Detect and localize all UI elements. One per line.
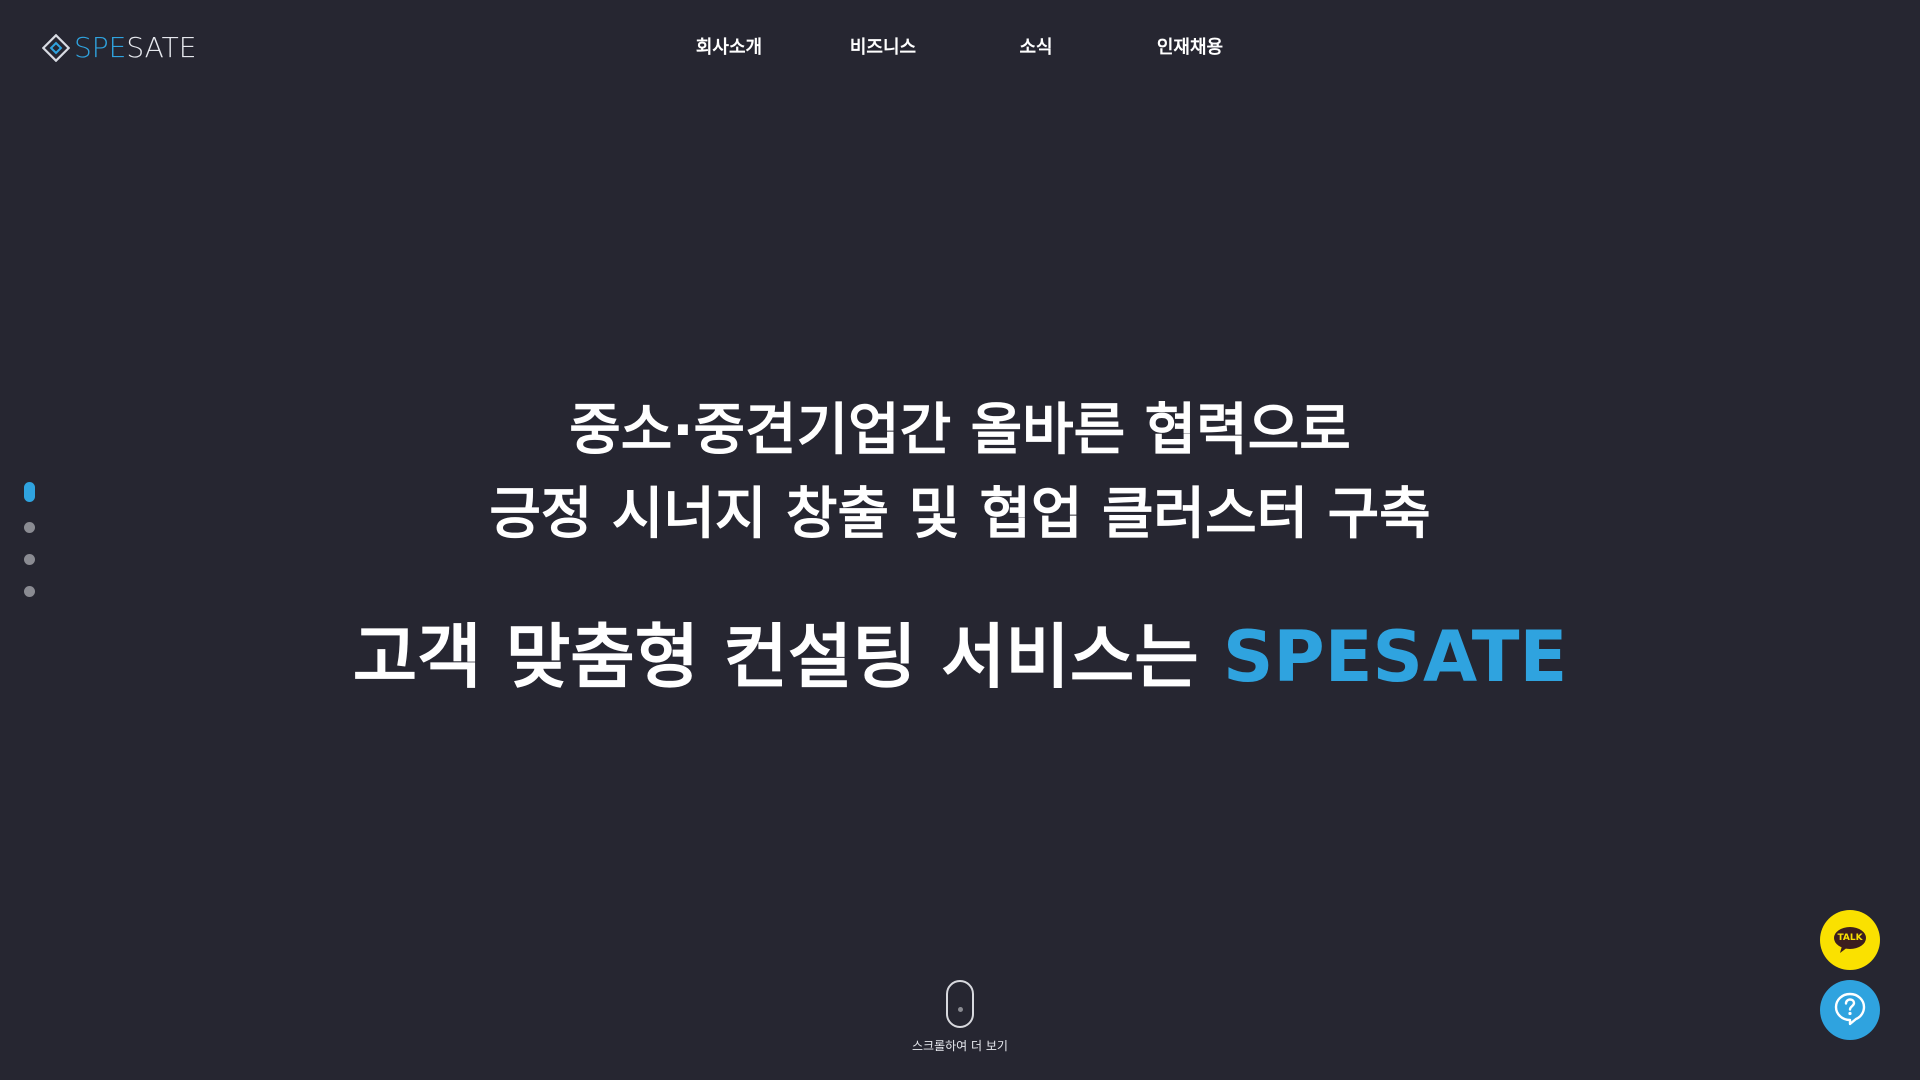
page: SPESATE 회사소개 비즈니스 소식 인재채용 중소·중견기업간 올바른 협… <box>0 0 1920 1080</box>
kakao-talk-label: TALK <box>1837 933 1863 943</box>
help-chat-button[interactable] <box>1820 980 1880 1040</box>
hero-tagline-text: 고객 맞춤형 컨설팅 서비스는 <box>352 616 1223 698</box>
hero-tagline: 고객 맞춤형 컨설팅 서비스는 SPESATE <box>0 614 1920 700</box>
kakao-talk-button[interactable]: TALK <box>1820 910 1880 970</box>
scroll-hint-label: 스크롤하여 더 보기 <box>912 1039 1008 1053</box>
hero-headline-line2: 긍정 시너지 창출 및 협업 클러스터 구축 <box>489 482 1431 547</box>
hero-tagline-brand: SPESATE <box>1223 616 1568 698</box>
nav-item-news[interactable]: 소식 <box>1019 33 1052 59</box>
main-nav: 회사소개 비즈니스 소식 인재채용 <box>0 33 1920 59</box>
section-dot-3[interactable] <box>24 554 35 565</box>
nav-item-business[interactable]: 비즈니스 <box>850 33 916 59</box>
section-dot-4[interactable] <box>24 586 35 597</box>
question-chat-icon <box>1832 990 1868 1030</box>
kakao-talk-icon: TALK <box>1832 926 1868 954</box>
hero-headline-line1: 중소·중견기업간 올바른 협력으로 <box>569 398 1351 463</box>
nav-item-careers[interactable]: 인재채용 <box>1157 33 1223 59</box>
scroll-wheel-dot <box>957 1007 963 1012</box>
nav-item-company[interactable]: 회사소개 <box>696 33 762 59</box>
mouse-scroll-icon[interactable] <box>946 980 974 1028</box>
